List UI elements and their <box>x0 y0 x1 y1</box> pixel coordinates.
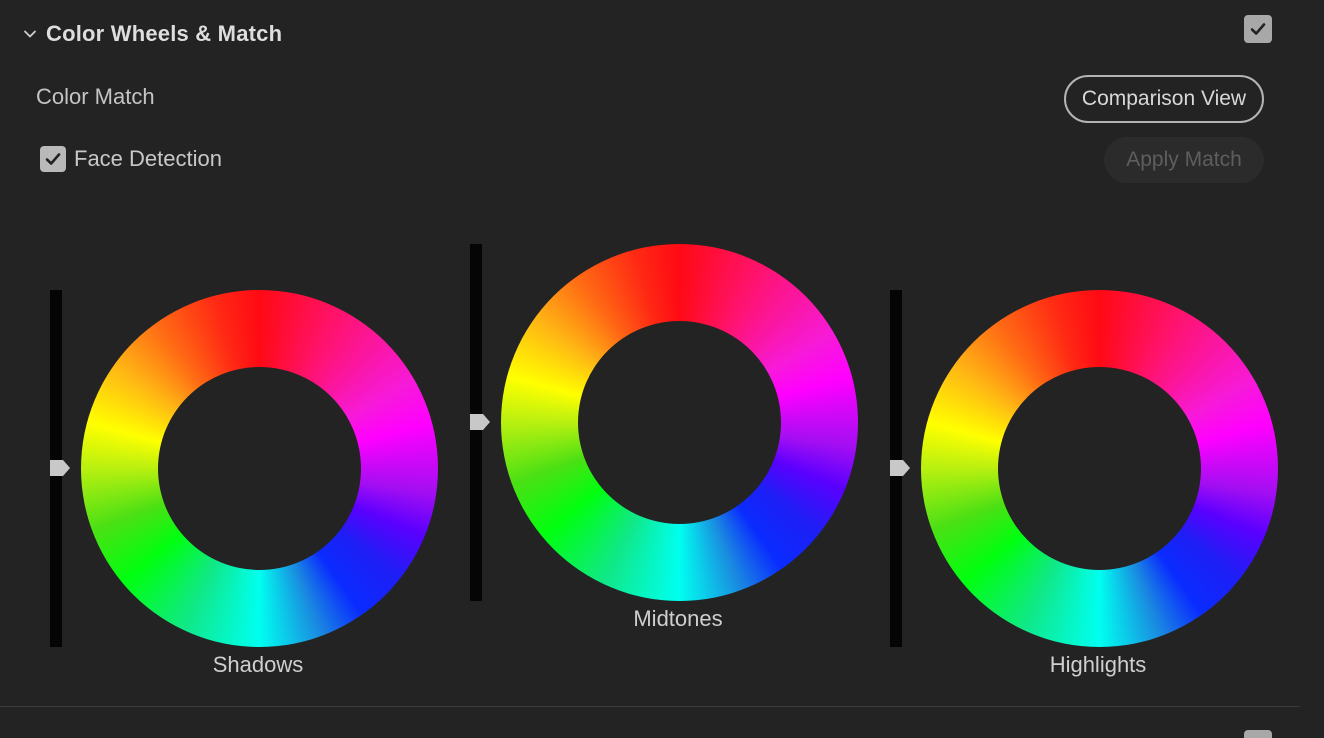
chevron-down-icon[interactable] <box>22 26 38 42</box>
section-divider <box>0 706 1300 707</box>
shadows-slider-thumb[interactable] <box>50 460 70 476</box>
face-detection-row[interactable]: Face Detection <box>40 146 222 172</box>
midtones-slider-thumb[interactable] <box>470 414 490 430</box>
apply-match-button[interactable]: Apply Match <box>1104 137 1264 183</box>
checkmark-icon <box>1250 23 1266 35</box>
highlights-label: Highlights <box>1049 652 1147 677</box>
face-detection-label: Face Detection <box>74 146 222 171</box>
section-header[interactable]: Color Wheels & Match <box>22 18 282 50</box>
comparison-view-button[interactable]: Comparison View <box>1064 75 1264 123</box>
shadows-label: Shadows <box>212 652 304 677</box>
midtones-label: Midtones <box>633 606 723 631</box>
highlights-color-wheel[interactable] <box>921 290 1278 647</box>
shadows-color-wheel[interactable] <box>81 290 438 647</box>
section-title: Color Wheels & Match <box>46 21 283 46</box>
next-section-checkbox[interactable] <box>1244 730 1272 738</box>
highlights-slider-thumb[interactable] <box>890 460 910 476</box>
color-wheels-panel: Color Wheels & Match Color Match Compari… <box>0 0 1324 738</box>
checkmark-icon <box>45 153 61 165</box>
midtones-color-wheel[interactable] <box>501 244 858 601</box>
section-enable-checkbox[interactable] <box>1244 15 1272 43</box>
color-match-label: Color Match <box>36 84 155 109</box>
face-detection-checkbox[interactable] <box>40 146 66 172</box>
